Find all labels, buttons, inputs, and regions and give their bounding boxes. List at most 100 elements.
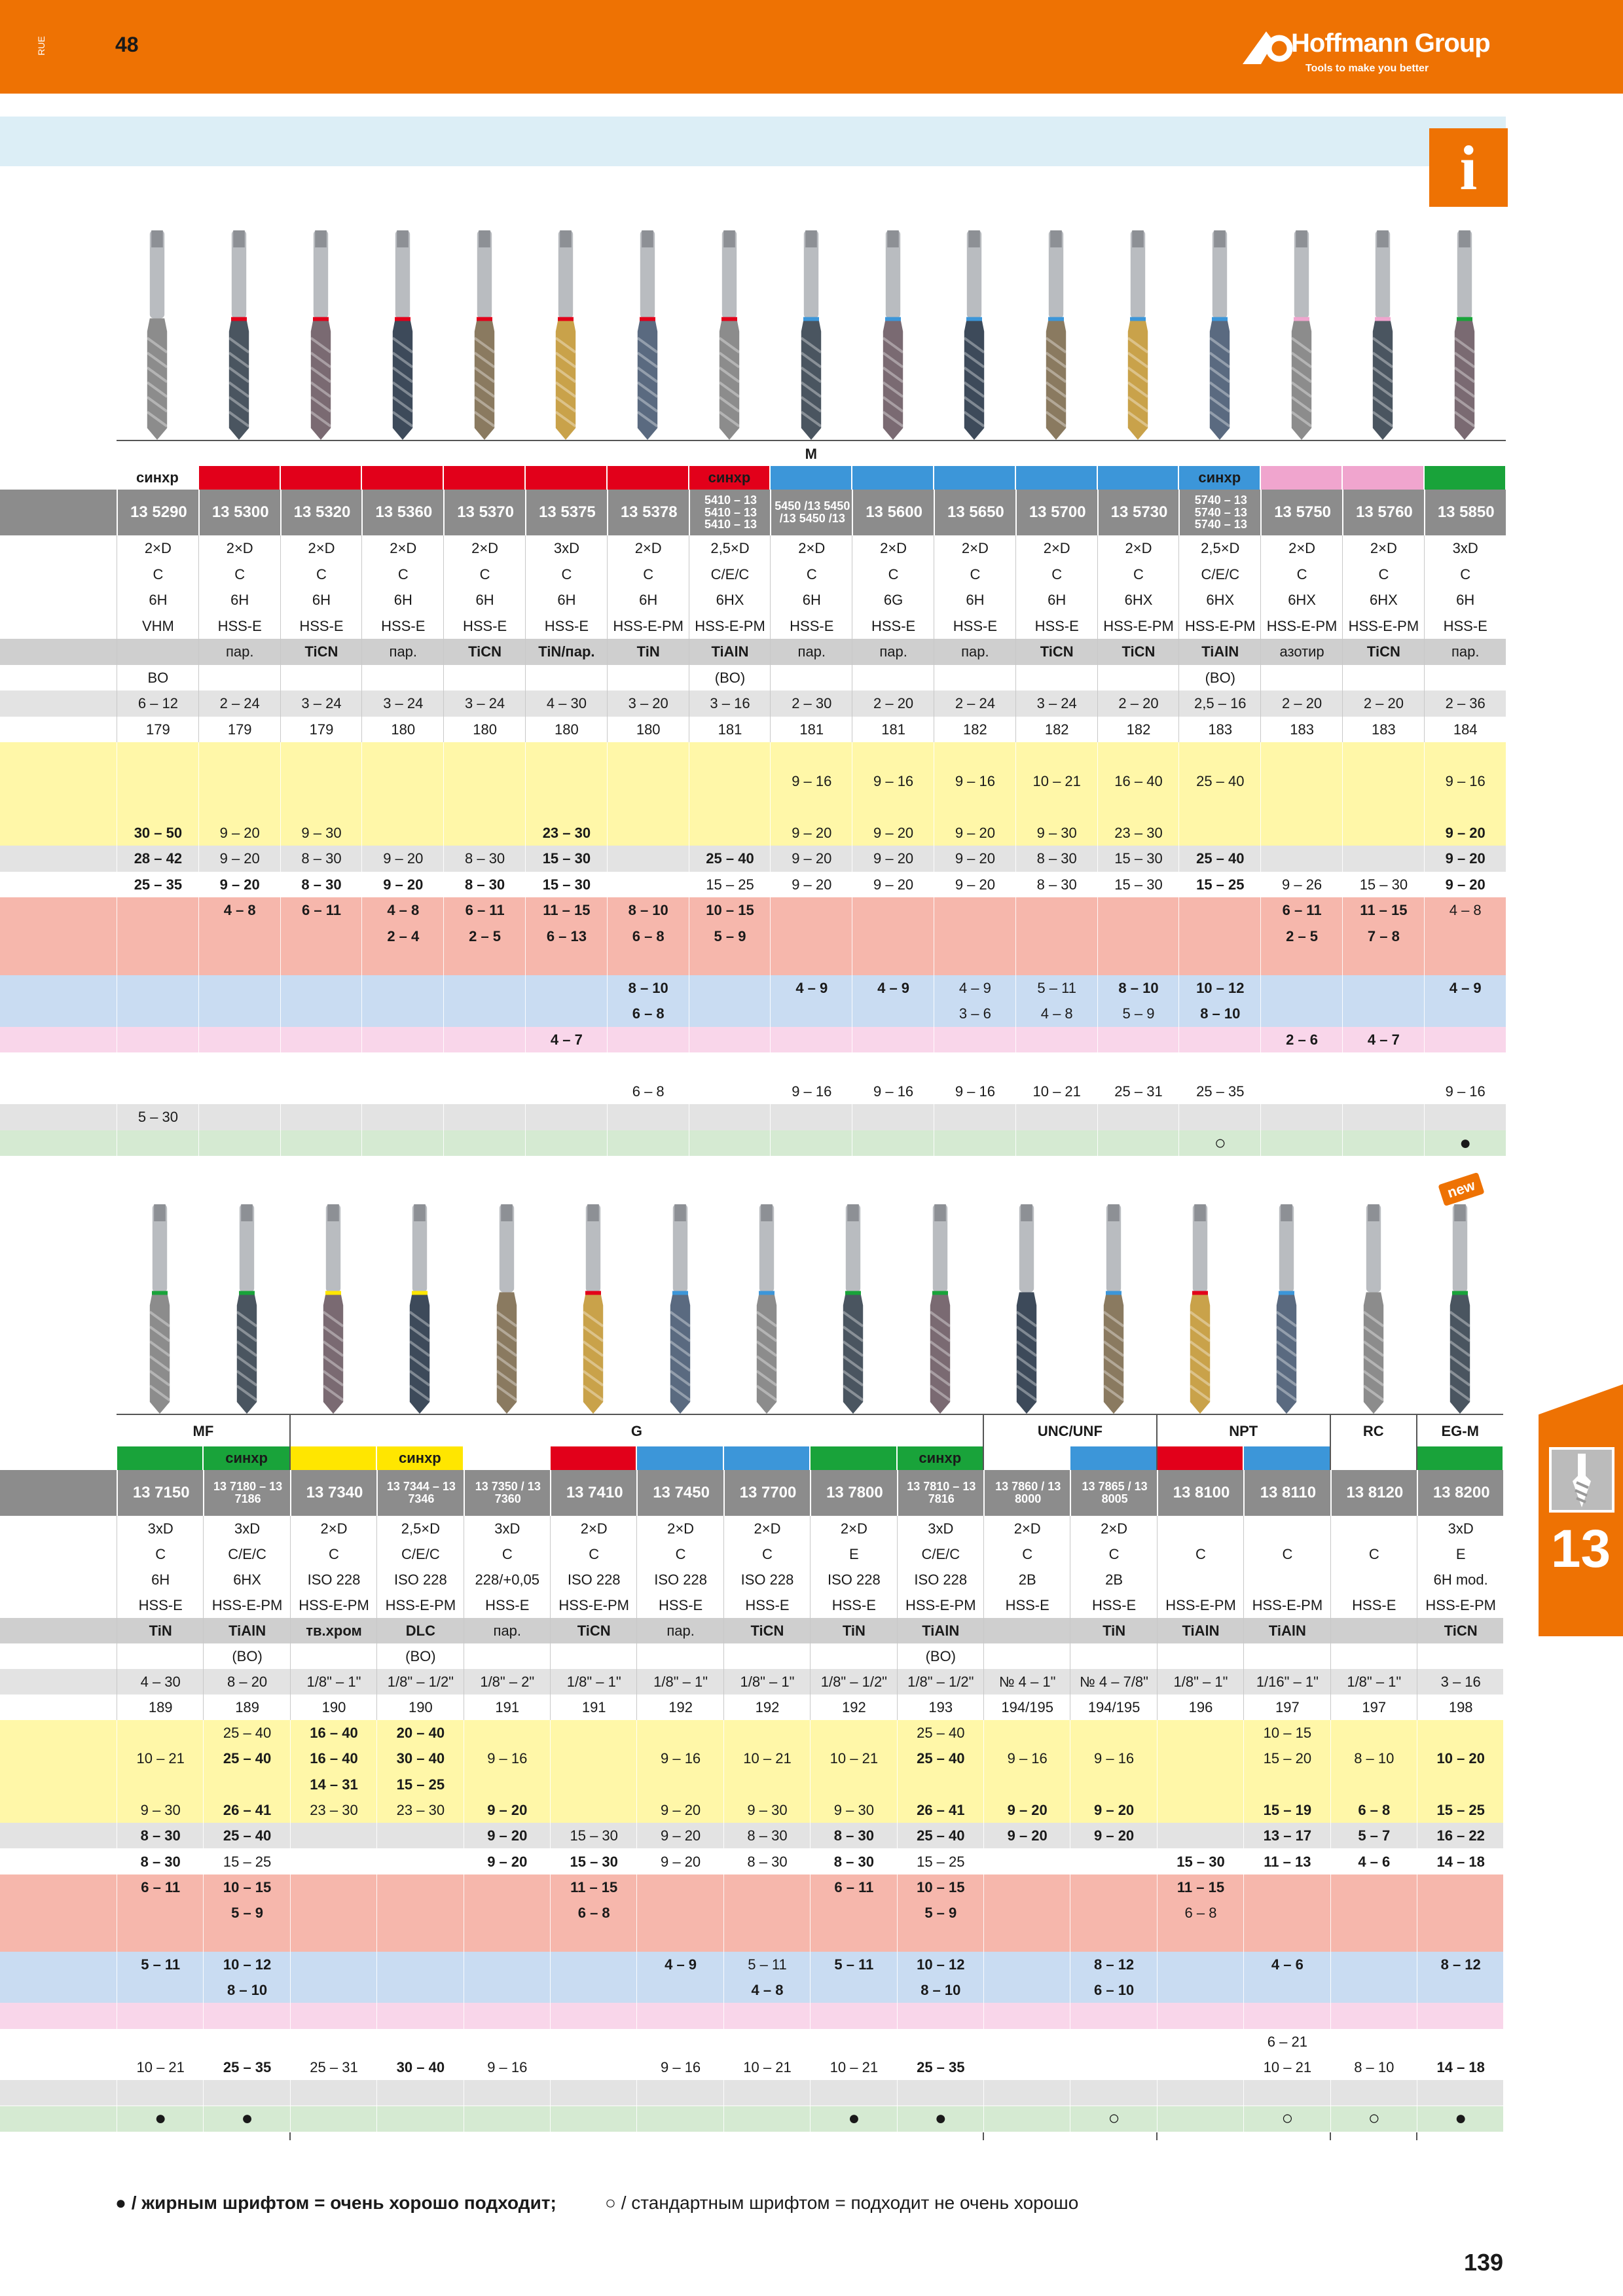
article-number[interactable]: 13 8120 [1330, 1470, 1418, 1516]
article-number[interactable]: 13 7180 – 13 7186 [203, 1470, 291, 1516]
value-cell [361, 768, 444, 794]
article-number[interactable]: 13 7410 [550, 1470, 638, 1516]
value-cell [443, 1052, 526, 1079]
article-number[interactable]: 13 5290 [117, 490, 200, 535]
value-cell [896, 1771, 984, 1797]
article-number[interactable]: 13 7860 / 13 8000 [983, 1470, 1071, 1516]
article-number[interactable]: 13 5378 [606, 490, 690, 535]
value-cell [1097, 742, 1180, 768]
spec-tol: ISO 228 [550, 1567, 637, 1592]
value-cell [1156, 1926, 1244, 1952]
article-number[interactable]: 5450 /13 5450 /13 5450 /13 [770, 490, 853, 535]
value-cell [688, 1130, 771, 1156]
article-number[interactable]: 13 8100 [1156, 1470, 1245, 1516]
article-number[interactable]: 13 5650 [934, 490, 1017, 535]
value-cell [1423, 1026, 1506, 1052]
value-cell [1015, 1026, 1098, 1052]
spec-range: 2 – 36 [1423, 691, 1506, 717]
value-cell: 15 – 30 [525, 846, 608, 872]
value-cell: 2 – 4 [361, 923, 444, 949]
value-cell: 8 – 10 [1330, 1746, 1417, 1772]
tap-tool-image-11 [1045, 230, 1067, 440]
article-number[interactable]: 13 5375 [525, 490, 608, 535]
value-cell [203, 2003, 290, 2029]
article-number[interactable]: 13 7800 [810, 1470, 898, 1516]
article-number[interactable]: 13 7344 – 13 7346 [376, 1470, 464, 1516]
value-cell: 6 – 21 [1243, 2028, 1330, 2054]
spec-bo [852, 664, 934, 691]
value-cell: 6 – 8 [550, 1900, 637, 1926]
value-cell [1178, 819, 1261, 846]
spec-shape: C [983, 1541, 1070, 1567]
spec-range: 3 – 24 [361, 691, 444, 717]
article-number[interactable]: 13 5370 [443, 490, 526, 535]
article-number[interactable]: 13 5320 [280, 490, 363, 535]
article-number[interactable]: 13 5760 [1342, 490, 1425, 535]
value-cell: 9 – 20 [852, 846, 934, 872]
value-cell: 9 – 16 [934, 768, 1016, 794]
value-cell [289, 1900, 377, 1926]
tap-tool-image-3 [409, 1204, 431, 1414]
value-cell: 14 – 31 [289, 1771, 377, 1797]
value-cell [198, 949, 281, 975]
article-number[interactable]: 13 7150 [117, 1470, 204, 1516]
spec-coat: TiCN [1342, 639, 1425, 665]
article-number[interactable]: 13 7700 [723, 1470, 811, 1516]
value-cell: 13 – 17 [1243, 1823, 1330, 1849]
article-number[interactable]: 13 7340 [289, 1470, 378, 1516]
value-cell [688, 768, 771, 794]
spec-coat: TiN/пар. [525, 639, 608, 665]
spec-range: 2 – 24 [934, 691, 1016, 717]
spec-bo [770, 664, 852, 691]
spec-tol: 6H [1423, 587, 1506, 613]
value-cell [606, 949, 689, 975]
article-number[interactable]: 13 5300 [198, 490, 282, 535]
value-cell [1342, 742, 1425, 768]
value-cell: 4 – 8 [198, 897, 281, 924]
article-number[interactable]: 13 5850 [1423, 490, 1507, 535]
group-label: RC [1330, 1414, 1417, 1448]
value-cell: 8 – 30 [723, 1823, 811, 1849]
article-number[interactable]: 13 7350 / 13 7360 [463, 1470, 551, 1516]
value-cell: 2 – 5 [443, 923, 526, 949]
article-number[interactable]: 13 8200 [1417, 1470, 1504, 1516]
article-number[interactable]: 5410 – 13 5410 – 13 5410 – 13 [688, 490, 772, 535]
article-number[interactable]: 13 5600 [852, 490, 935, 535]
spec-shape: E [810, 1541, 897, 1567]
value-cell [525, 768, 608, 794]
group-label: M [117, 440, 1506, 467]
article-number[interactable]: 13 7450 [636, 1470, 724, 1516]
value-cell: 9 – 20 [636, 1797, 723, 1823]
value-cell: 25 – 35 [117, 871, 199, 897]
article-number[interactable]: 13 5750 [1260, 490, 1343, 535]
info-button[interactable]: i [1429, 128, 1508, 207]
article-number[interactable]: 13 5730 [1097, 490, 1180, 535]
value-cell [1423, 1104, 1506, 1130]
article-number[interactable]: 13 7810 – 13 7816 [896, 1470, 985, 1516]
value-cell [443, 1026, 526, 1052]
article-number[interactable]: 13 7865 / 13 8005 [1070, 1470, 1158, 1516]
article-number[interactable]: 13 5700 [1015, 490, 1099, 535]
spec-tol: 6HX [1260, 587, 1343, 613]
spec-size: 2×D [280, 535, 363, 562]
spec-bo [606, 664, 689, 691]
spec-bo [1070, 1643, 1157, 1669]
spec-range: 3 – 16 [1417, 1669, 1504, 1695]
article-number[interactable]: 13 5360 [361, 490, 445, 535]
spec-size: 3xD [1417, 1516, 1504, 1541]
spec-page: 179 [198, 716, 281, 742]
article-number[interactable]: 5740 – 13 5740 – 13 5740 – 13 [1178, 490, 1262, 535]
value-cell: ○ [1243, 2106, 1330, 2132]
section-tab[interactable]: 13 [1539, 1384, 1623, 1636]
value-cell [723, 2003, 811, 2029]
value-cell: 15 – 30 [525, 871, 608, 897]
spec-range: 2 – 24 [198, 691, 281, 717]
value-cell [810, 2080, 897, 2106]
value-cell: 14 – 18 [1417, 2054, 1504, 2081]
spec-size: 3xD [1423, 535, 1506, 562]
value-cell: 25 – 40 [1178, 768, 1261, 794]
value-cell: 8 – 30 [1015, 871, 1098, 897]
article-number[interactable]: 13 8110 [1243, 1470, 1331, 1516]
spec-bo: (BO) [896, 1643, 984, 1669]
value-cell [280, 1104, 363, 1130]
